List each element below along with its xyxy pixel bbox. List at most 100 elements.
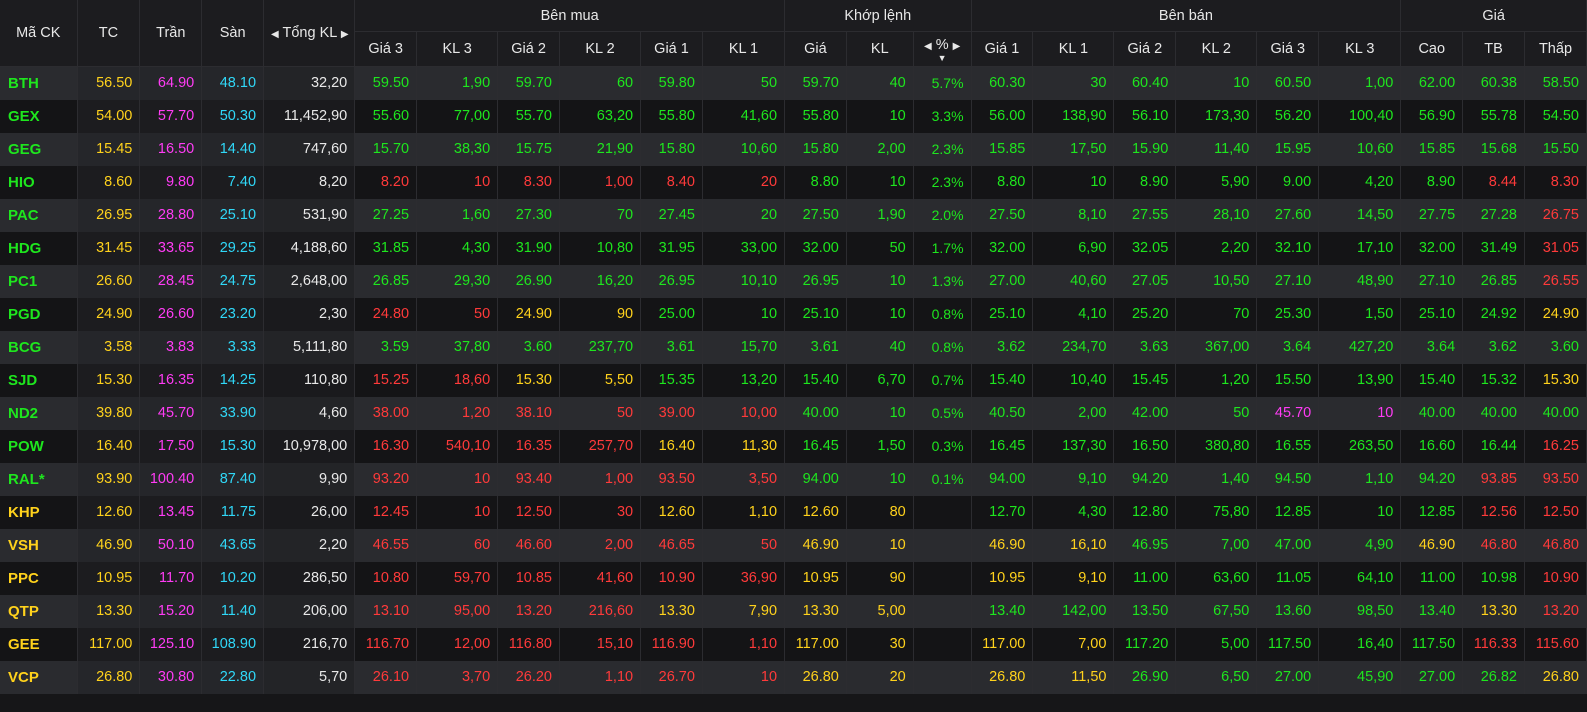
symbol-cell[interactable]: BCG [0,330,78,364]
ref-price-cell: 26.95 [77,198,141,232]
col-header-match-vol[interactable]: KL [846,31,914,67]
col-header-sell-vol-3[interactable]: KL 3 [1318,31,1402,67]
match-price-cell: 15.40 [784,363,847,397]
symbol-cell[interactable]: RAL* [0,462,78,496]
buy-price-2-cell: 8.30 [497,165,560,199]
col-header-buy-vol-1[interactable]: KL 1 [702,31,786,67]
col-header-match-pct[interactable]: ◀ % ▶ ▼ [913,31,972,67]
col-header-buy-price-3[interactable]: Giá 3 [354,31,418,67]
buy-price-2-cell: 26.20 [497,660,560,694]
table-row[interactable]: VSH 46.90 50.10 43.65 2,20 46.55 60 46.60 2,00 46… [0,528,1587,562]
match-pct-cell: 2.3% [913,132,972,166]
symbol-cell[interactable]: SJD [0,363,78,397]
match-price-cell: 59.70 [784,66,847,100]
table-row[interactable]: PPC 10.95 11.70 10.20 286,50 10.80 59,70 10.85 4… [0,561,1587,595]
symbol-cell[interactable]: KHP [0,495,78,529]
symbol-cell[interactable]: HDG [0,231,78,265]
symbol-cell[interactable]: PGD [0,297,78,331]
col-header-low[interactable]: Thấp [1524,31,1587,67]
col-header-ceiling[interactable]: Trần [139,0,203,67]
symbol-cell[interactable]: GEX [0,99,78,133]
sell-price-1-cell: 117.00 [971,627,1034,661]
table-row[interactable]: PAC 26.95 28.80 25.10 531,90 27.25 1,60 27.30 70… [0,198,1587,232]
col-header-sell-price-1[interactable]: Giá 1 [971,31,1034,67]
sell-price-2-cell: 8.90 [1113,165,1177,199]
sell-vol-3-cell: 1,10 [1318,462,1402,496]
col-header-avg[interactable]: TB [1462,31,1525,67]
match-price-cell: 27.50 [784,198,847,232]
sell-vol-2-cell: 367,00 [1175,330,1258,364]
table-row[interactable]: SJD 15.30 16.35 14.25 110,80 15.25 18,60 15.30 5… [0,363,1587,397]
table-row[interactable]: HDG 31.45 33.65 29.25 4,188,60 31.85 4,30 31.90… [0,231,1587,265]
symbol-cell[interactable]: HIO [0,165,78,199]
table-row[interactable]: GEE 117.00 125.10 108.90 216,70 116.70 12,00 11… [0,627,1587,661]
table-row[interactable]: GEX 54.00 57.70 50.30 11,452,90 55.60 77,00 55.… [0,99,1587,133]
prev-column-icon[interactable]: ◀ [271,29,279,40]
sell-price-2-cell: 15.45 [1113,363,1177,397]
ceiling-price-cell: 9.80 [139,165,203,199]
symbol-cell[interactable]: QTP [0,594,78,628]
match-price-cell: 16.45 [784,429,847,463]
buy-price-1-cell: 8.40 [640,165,703,199]
buy-vol-3-cell: 59,70 [416,561,499,595]
table-row[interactable]: BCG 3.58 3.83 3.33 5,111,80 3.59 37,80 3.60 237,… [0,330,1587,364]
symbol-cell[interactable]: GEG [0,132,78,166]
symbol-cell[interactable]: BTH [0,66,78,100]
col-header-match-price[interactable]: Giá [784,31,847,67]
table-row[interactable]: RAL* 93.90 100.40 87.40 9,90 93.20 10 93.40 1,00… [0,462,1587,496]
buy-price-2-cell: 27.30 [497,198,560,232]
table-row[interactable]: BTH 56.50 64.90 48.10 32,20 59.50 1,90 59.70 60 5… [0,66,1587,100]
col-header-high[interactable]: Cao [1400,31,1464,67]
symbol-cell[interactable]: GEE [0,627,78,661]
table-row[interactable]: PC1 26.60 28.45 24.75 2,648,00 26.85 29,30 26.9… [0,264,1587,298]
table-row[interactable]: GEG 15.45 16.50 14.40 747,60 15.70 38,30 15.75 2… [0,132,1587,166]
sell-vol-2-cell: 67,50 [1175,594,1258,628]
pct-prev-icon[interactable]: ◀ [924,41,932,52]
col-header-buy-vol-2[interactable]: KL 2 [559,31,642,67]
buy-vol-3-cell: 4,30 [416,231,499,265]
col-header-buy-price-1[interactable]: Giá 1 [640,31,703,67]
ceiling-price-cell: 28.45 [139,264,203,298]
sell-price-1-cell: 26.80 [971,660,1034,694]
buy-price-3-cell: 27.25 [354,198,418,232]
buy-vol-1-cell: 1,10 [702,627,786,661]
col-header-sell-vol-2[interactable]: KL 2 [1175,31,1258,67]
avg-price-cell: 26.82 [1462,660,1525,694]
col-header-sell-price-2[interactable]: Giá 2 [1113,31,1177,67]
col-header-sell-vol-1[interactable]: KL 1 [1032,31,1115,67]
col-header-floor[interactable]: Sàn [201,0,265,67]
sell-vol-3-cell: 64,10 [1318,561,1402,595]
col-header-ref[interactable]: TC [77,0,141,67]
buy-price-2-cell: 12.50 [497,495,560,529]
ceiling-price-cell: 16.50 [139,132,203,166]
buy-price-2-cell: 26.90 [497,264,560,298]
table-row[interactable]: POW 16.40 17.50 15.30 10,978,00 16.30 540,10 16… [0,429,1587,463]
col-header-sell-price-3[interactable]: Giá 3 [1256,31,1320,67]
table-row[interactable]: ND2 39.80 45.70 33.90 4,60 38.00 1,20 38.10 50 39… [0,396,1587,430]
symbol-cell[interactable]: PAC [0,198,78,232]
col-header-buy-price-2[interactable]: Giá 2 [497,31,560,67]
col-header-symbol[interactable]: Mã CK [0,0,78,67]
buy-price-3-cell: 26.10 [354,660,418,694]
sell-price-3-cell: 3.64 [1256,330,1320,364]
col-header-buy-vol-3[interactable]: KL 3 [416,31,499,67]
symbol-cell[interactable]: VCP [0,660,78,694]
floor-price-cell: 14.40 [201,132,265,166]
symbol-cell[interactable]: VSH [0,528,78,562]
table-row[interactable]: KHP 12.60 13.45 11.75 26,00 12.45 10 12.50 30 12.… [0,495,1587,529]
table-row[interactable]: PGD 24.90 26.60 23.20 2,30 24.80 50 24.90 90 25.0… [0,297,1587,331]
symbol-cell[interactable]: PC1 [0,264,78,298]
symbol-cell[interactable]: ND2 [0,396,78,430]
sort-desc-icon[interactable]: ▼ [921,54,964,63]
table-row[interactable]: HIO 8.60 9.80 7.40 8,20 8.20 10 8.30 1,00 8.40 20 8… [0,165,1587,199]
avg-price-cell: 13.30 [1462,594,1525,628]
symbol-cell[interactable]: PPC [0,561,78,595]
pct-next-icon[interactable]: ▶ [953,41,961,52]
table-row[interactable]: QTP 13.30 15.20 11.40 206,00 13.10 95,00 13.20 2… [0,594,1587,628]
high-price-cell: 40.00 [1400,396,1464,430]
symbol-cell[interactable]: POW [0,429,78,463]
table-row[interactable]: VCP 26.80 30.80 22.80 5,70 26.10 3,70 26.20 1,10… [0,660,1587,694]
col-header-total-vol[interactable]: ◀ Tổng KL ▶ [263,0,356,67]
next-column-icon[interactable]: ▶ [341,29,349,40]
buy-vol-1-cell: 11,30 [702,429,786,463]
